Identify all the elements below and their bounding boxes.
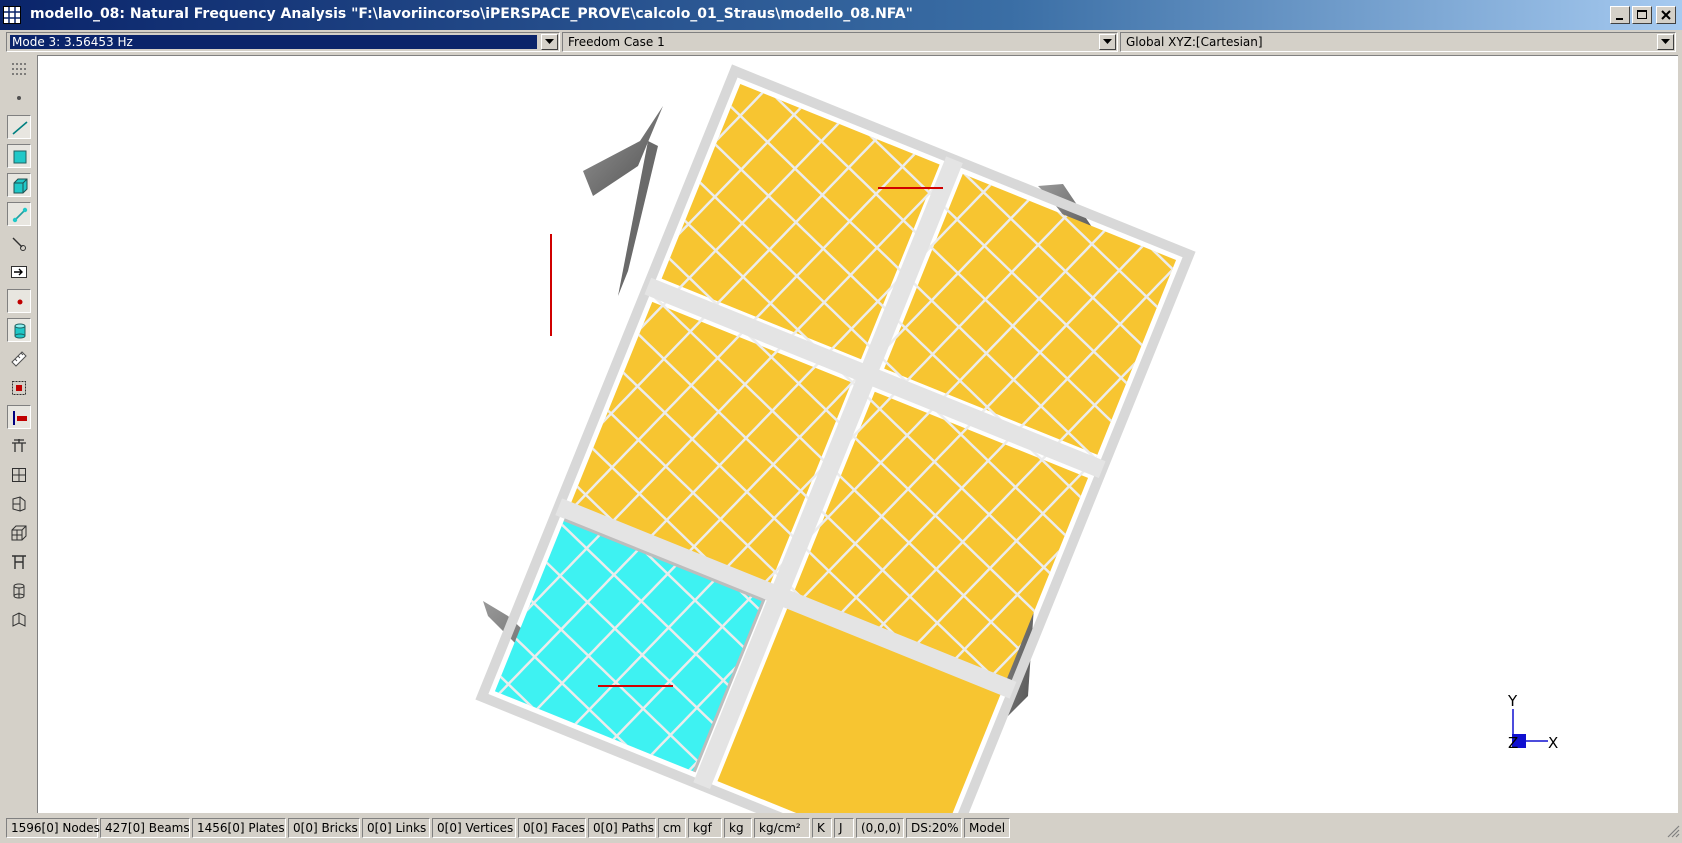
- tool-cylinder[interactable]: [7, 318, 31, 342]
- status-unit-force[interactable]: kgf: [688, 818, 722, 838]
- tool-grid[interactable]: [7, 463, 31, 487]
- tool-ruler[interactable]: [7, 347, 31, 371]
- minimize-button[interactable]: [1610, 6, 1630, 24]
- window-title: modello_08: Natural Frequency Analysis "…: [30, 6, 913, 22]
- tool-section[interactable]: [7, 405, 31, 429]
- tool-table[interactable]: [7, 434, 31, 458]
- tool-red-dot[interactable]: [7, 289, 31, 313]
- maximize-button[interactable]: [1632, 6, 1652, 24]
- tool-grid-dots[interactable]: [7, 57, 31, 81]
- status-faces: 0[0] Faces: [518, 818, 586, 838]
- coordinate-system-select[interactable]: Global XYZ:[Cartesian]: [1120, 32, 1676, 52]
- tool-arrow-box[interactable]: [7, 260, 31, 284]
- tool-node[interactable]: [7, 86, 31, 110]
- axis-x-label: X: [1548, 734, 1559, 752]
- tool-cube-grid[interactable]: [7, 521, 31, 545]
- tool-perspective[interactable]: [7, 492, 31, 516]
- status-bar: 1596[0] Nodes 427[0] Beams 1456[0] Plate…: [0, 814, 1682, 843]
- app-grid-icon[interactable]: [3, 6, 21, 24]
- status-ds: DS:20%: [906, 818, 962, 838]
- left-toolbar: [0, 55, 36, 813]
- tool-plate[interactable]: [7, 144, 31, 168]
- status-paths: 0[0] Paths: [588, 818, 656, 838]
- axis-z-label: Z: [1508, 734, 1519, 752]
- status-vertices: 0[0] Vertices: [432, 818, 516, 838]
- coordinate-system-value: Global XYZ:[Cartesian]: [1126, 35, 1263, 49]
- axis-y-label: Y: [1508, 692, 1518, 710]
- tool-link[interactable]: [7, 202, 31, 226]
- status-unit-temp[interactable]: K: [812, 818, 832, 838]
- tool-frame[interactable]: [7, 550, 31, 574]
- model-render: [475, 64, 1548, 813]
- status-unit-energy[interactable]: J: [834, 818, 854, 838]
- status-beams: 427[0] Beams: [100, 818, 190, 838]
- freedom-case-arrow[interactable]: [1099, 34, 1116, 50]
- tool-brick[interactable]: [7, 173, 31, 197]
- tool-rotate[interactable]: [7, 608, 31, 632]
- resize-grip-icon[interactable]: [1666, 824, 1680, 841]
- status-unit-length[interactable]: cm: [658, 818, 686, 838]
- status-links: 0[0] Links: [362, 818, 430, 838]
- tool-beam[interactable]: [7, 115, 31, 139]
- status-nodes: 1596[0] Nodes: [6, 818, 100, 838]
- title-bar[interactable]: modello_08: Natural Frequency Analysis "…: [0, 0, 1682, 30]
- status-unit-mass[interactable]: kg: [724, 818, 752, 838]
- freedom-case-value: Freedom Case 1: [568, 35, 665, 49]
- tool-fit-view[interactable]: [7, 376, 31, 400]
- tool-cylinder-wire[interactable]: [7, 579, 31, 603]
- status-bricks: 0[0] Bricks: [288, 818, 360, 838]
- freedom-case-select[interactable]: Freedom Case 1: [562, 32, 1118, 52]
- status-plates: 1456[0] Plates: [192, 818, 286, 838]
- mode-select-value: Mode 3: 3.56453 Hz: [10, 35, 537, 49]
- model-viewport[interactable]: Y Z X: [37, 55, 1678, 813]
- status-view[interactable]: Model: [964, 818, 1010, 838]
- tool-pen[interactable]: [7, 231, 31, 255]
- coordinate-system-arrow[interactable]: [1657, 34, 1674, 50]
- mode-select[interactable]: Mode 3: 3.56453 Hz: [6, 32, 560, 52]
- status-origin: (0,0,0): [856, 818, 904, 838]
- selector-bar: Mode 3: 3.56453 Hz Freedom Case 1 Global…: [0, 30, 1682, 54]
- close-button[interactable]: [1656, 6, 1676, 24]
- status-unit-pressure[interactable]: kg/cm²: [754, 818, 810, 838]
- mode-select-arrow[interactable]: [541, 34, 558, 50]
